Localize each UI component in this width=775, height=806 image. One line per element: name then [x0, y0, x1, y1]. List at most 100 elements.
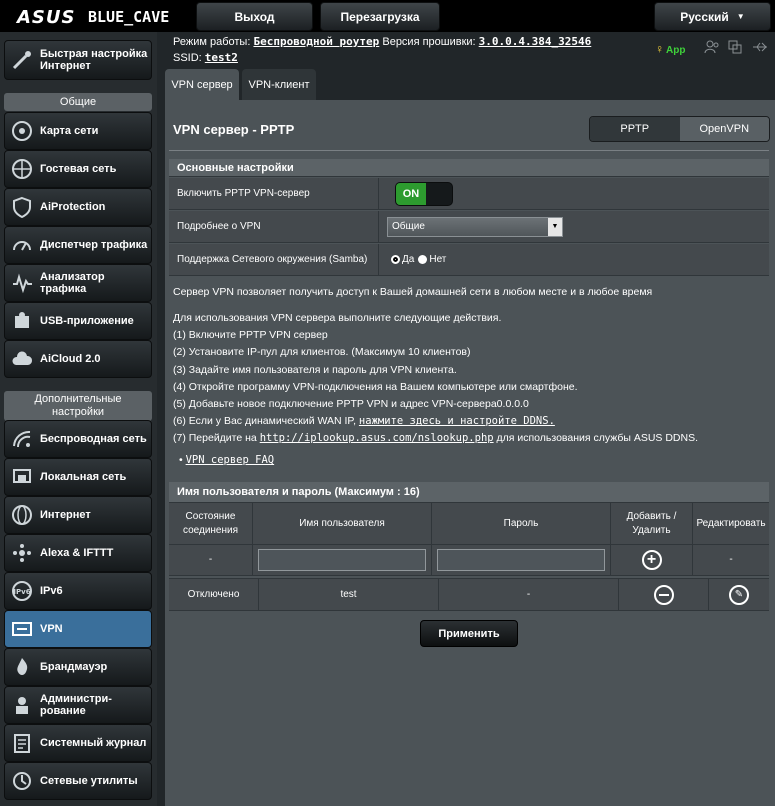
chevron-down-icon: ▼	[736, 12, 745, 21]
protocol-switch: PPTP OpenVPN	[589, 116, 770, 142]
step-6-text: (6) Если у Вас динамический WAN IP,	[173, 415, 359, 428]
pencil-icon: ✎	[734, 588, 744, 600]
lightbulb-icon: ♀	[655, 42, 664, 56]
sidebar-item-guest-network[interactable]: Гостевая сеть	[4, 150, 152, 188]
sidebar-item-network-map[interactable]: Карта сети	[4, 112, 152, 150]
lan-icon	[10, 465, 34, 489]
sidebar-item-wireless[interactable]: Беспроводная сеть	[4, 420, 152, 458]
sidebar-item-usb-app[interactable]: USB-приложение	[4, 302, 152, 340]
sidebar-item-administration[interactable]: Администри-рование	[4, 686, 152, 724]
sidebar-item-label: IPv6	[40, 585, 63, 597]
step-1: (1) Включите PPTP VPN сервер	[173, 329, 328, 342]
gauge-icon	[10, 233, 34, 257]
mode-label: Режим работы:	[173, 36, 251, 48]
mode-link[interactable]: Беспроводной роутер	[253, 35, 379, 48]
sidebar-item-label: Анализатор трафика	[40, 271, 105, 295]
ssid-label: SSID:	[173, 52, 202, 64]
language-select[interactable]: Русский ▼	[654, 2, 771, 31]
page-title: VPN сервер - PPTP	[173, 122, 295, 137]
sidebar-item-label: Сетевые утилиты	[40, 775, 138, 787]
sidebar-item-quick-setup[interactable]: Быстрая настройка Интернет	[4, 40, 152, 80]
status-info: Режим работы: Беспроводной роутер Версия…	[173, 34, 591, 66]
minus-icon	[658, 593, 669, 596]
sidebar-item-network-tools[interactable]: Сетевые утилиты	[4, 762, 152, 800]
add-user-button[interactable]: +	[641, 550, 662, 570]
tab-vpn-client[interactable]: VPN-клиент	[242, 69, 316, 101]
shield-icon	[10, 195, 34, 219]
ddns-settings-link[interactable]: нажмите здесь и настройте DDNS.	[359, 415, 555, 427]
vpn-details-select[interactable]: Общие ▼	[387, 216, 563, 237]
sidebar-item-lan[interactable]: Локальная сеть	[4, 458, 152, 496]
main-panel: VPN сервер - PPTP PPTP OpenVPN Основные …	[165, 100, 775, 806]
pptp-option[interactable]: PPTP	[590, 117, 680, 141]
ssid-link[interactable]: test2	[205, 51, 238, 64]
sidebar-item-label: Брандмауэр	[40, 661, 108, 673]
openvpn-option[interactable]: OpenVPN	[679, 117, 769, 141]
row-username: test	[259, 579, 439, 610]
svg-text:IPv6: IPv6	[13, 588, 30, 596]
nslookup-link[interactable]: http://iplookup.asus.com/nslookup.php	[260, 432, 494, 444]
chevron-down-icon: ▼	[548, 217, 562, 236]
sidebar-item-ipv6[interactable]: IPv6 IPv6	[4, 572, 152, 610]
samba-no-radio[interactable]	[418, 255, 428, 264]
new-user-edit: -	[729, 554, 733, 565]
ipv6-icon: IPv6	[10, 579, 34, 603]
enable-pptp-toggle[interactable]: ON	[395, 181, 453, 206]
samba-label: Поддержка Сетевого окружения (Samba)	[169, 244, 379, 275]
sidebar-item-label: Локальная сеть	[40, 471, 127, 483]
sidebar-item-internet[interactable]: Интернет	[4, 496, 152, 534]
sidebar-item-aicloud[interactable]: AiCloud 2.0	[4, 340, 152, 378]
samba-no-label: Нет	[429, 254, 447, 265]
new-password-input[interactable]	[437, 549, 605, 571]
toggle-on-label: ON	[396, 182, 426, 205]
sidebar-item-label: Карта сети	[40, 125, 99, 137]
edit-user-button[interactable]: ✎	[729, 584, 749, 605]
sidebar-item-traffic-manager[interactable]: Диспетчер трафика	[4, 226, 152, 264]
col-add-delete: Добавить / Удалить	[611, 503, 693, 544]
tools-icon	[10, 769, 34, 793]
sidebar-item-label: USB-приложение	[40, 315, 134, 327]
sidebar-item-label: Alexa & IFTTT	[40, 547, 114, 559]
sidebar-item-traffic-analyzer[interactable]: Анализатор трафика	[4, 264, 152, 302]
clients-icon[interactable]	[704, 40, 720, 59]
step-4: (4) Откройте программу VPN-подключения н…	[173, 380, 578, 393]
firewall-icon	[10, 655, 34, 679]
sidebar-item-vpn[interactable]: VPN	[4, 610, 152, 648]
divider	[169, 150, 769, 151]
sidebar-item-alexa-ifttt[interactable]: Alexa & IFTTT	[4, 534, 152, 572]
sidebar-item-firewall[interactable]: Брандмауэр	[4, 648, 152, 686]
new-username-input[interactable]	[258, 549, 426, 571]
asus-logo: ASUS	[17, 7, 76, 28]
sidebar-item-system-log[interactable]: Системный журнал	[4, 724, 152, 762]
step-3: (3) Задайте имя пользователя и пароль дл…	[173, 363, 457, 376]
network-map-icon	[10, 119, 34, 143]
vpn-details-value: Общие	[392, 221, 425, 232]
sidebar-item-aiprotection[interactable]: AiProtection	[4, 188, 152, 226]
vpn-faq-link[interactable]: VPN сервер FAQ	[186, 454, 275, 466]
apply-button[interactable]: Применить	[420, 620, 518, 647]
col-password: Пароль	[432, 503, 611, 544]
sidebar-item-label: Быстрая настройка Интернет	[40, 48, 148, 72]
app-status[interactable]: ♀ App	[655, 40, 685, 58]
col-state: Состояние соединения	[169, 503, 253, 544]
sidebar-item-label: Диспетчер трафика	[40, 239, 148, 251]
step-5: (5) Добавьте новое подключение PPTP VPN …	[173, 398, 529, 411]
firmware-link[interactable]: 3.0.0.4.384_32546	[479, 35, 592, 48]
samba-yes-radio[interactable]	[391, 255, 400, 264]
bullet-icon: •	[179, 454, 183, 466]
reboot-button[interactable]: Перезагрузка	[320, 2, 440, 31]
top-bar: ASUS BLUE_CAVE Выход Перезагрузка Русски…	[0, 0, 775, 32]
faq-item: • VPN сервер FAQ	[179, 453, 274, 467]
basic-settings-header: Основные настройки	[169, 159, 769, 177]
sidebar-item-label: VPN	[40, 623, 63, 635]
sidebar-item-label: Интернет	[40, 509, 91, 521]
logout-button[interactable]: Выход	[196, 2, 313, 31]
delete-user-button[interactable]	[653, 584, 674, 605]
usb-icon[interactable]	[752, 40, 768, 59]
wifi-icon	[10, 427, 34, 451]
tab-vpn-server[interactable]: VPN сервер	[165, 69, 239, 101]
enable-pptp-row: Включить PPTP VPN-сервер ON	[169, 178, 769, 210]
copy-icon[interactable]	[728, 40, 742, 59]
firmware-label: Версия прошивки:	[382, 36, 476, 48]
enable-pptp-label: Включить PPTP VPN-сервер	[169, 178, 379, 209]
